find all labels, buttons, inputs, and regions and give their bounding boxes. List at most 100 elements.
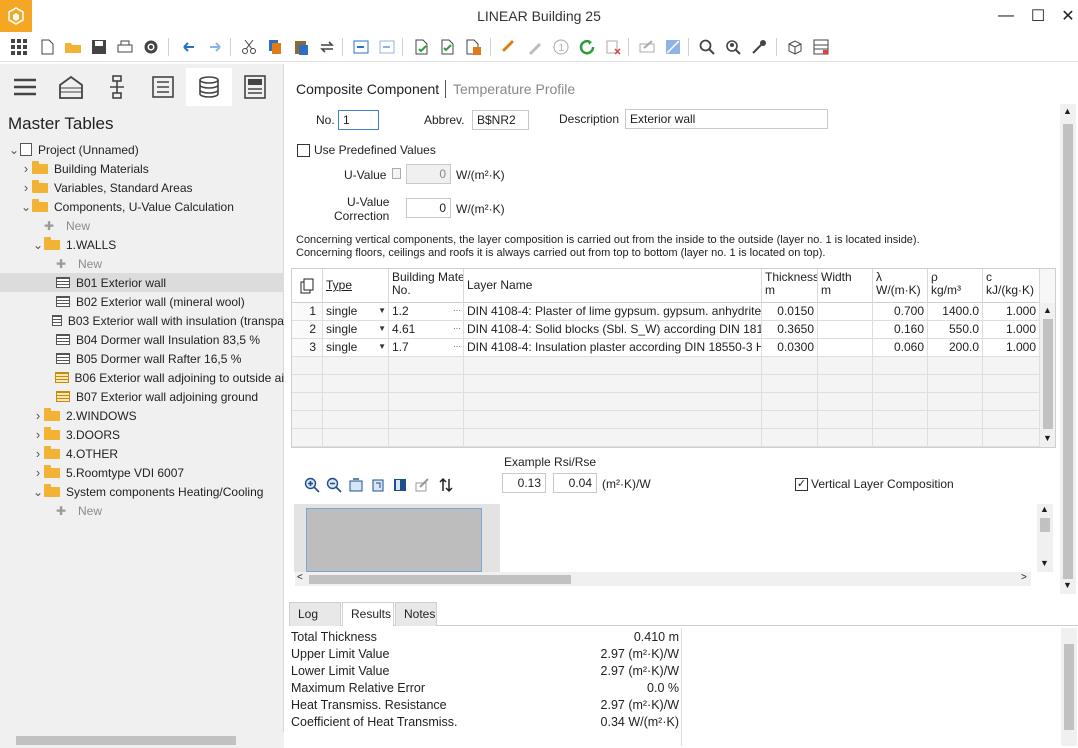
delete-icon[interactable] (602, 36, 624, 58)
column-header-width[interactable]: Width m (818, 269, 873, 303)
table-cell-heat-capacity[interactable]: 1.000 (983, 321, 1040, 339)
table-cell-empty[interactable] (928, 357, 983, 375)
table-cell-empty[interactable] (323, 411, 389, 429)
column-header-rho[interactable]: ρ kg/m³ (928, 269, 983, 303)
column-header-type[interactable]: Type (323, 269, 389, 303)
abbrev-input[interactable]: B$NR2 (472, 110, 529, 130)
table-cell-layer-name[interactable]: DIN 4108-4: Plaster of lime gypsum. gyps… (464, 303, 762, 321)
table-cell-empty[interactable] (323, 429, 389, 447)
table-cell-building-material-no[interactable]: 1.7 ··· (389, 339, 464, 357)
table-cell-empty[interactable] (389, 411, 464, 429)
collapse-arrow-icon[interactable]: ⌄ (8, 144, 20, 156)
tree-item[interactable]: B01 Exterior wall (0, 273, 284, 292)
table-cell-empty[interactable] (323, 375, 389, 393)
table-cell-layer-name[interactable]: DIN 4108-4: Solid blocks (Sbl. S_W) acco… (464, 321, 762, 339)
table-cell-empty[interactable] (292, 357, 323, 375)
table-cell-empty[interactable] (873, 393, 928, 411)
pencil-icon[interactable] (524, 36, 546, 58)
table-cell-empty[interactable] (292, 429, 323, 447)
database-icon[interactable] (186, 68, 232, 106)
edit-layer-icon[interactable] (413, 476, 431, 494)
table-cell-empty[interactable] (928, 375, 983, 393)
table-cell-empty[interactable] (762, 393, 818, 411)
excel-icon[interactable] (462, 36, 484, 58)
calculator-icon[interactable] (392, 168, 401, 179)
list-icon[interactable] (140, 68, 186, 106)
table-cell-building-material-no[interactable]: 1.2 ··· (389, 303, 464, 321)
tab-log[interactable]: Log (289, 602, 341, 626)
swap-order-icon[interactable] (437, 476, 455, 494)
table-cell-empty[interactable] (292, 411, 323, 429)
scroll-thumb[interactable] (1064, 644, 1074, 730)
table-cell-row-number[interactable]: 2 (292, 321, 323, 339)
collapse-arrow-icon[interactable]: ⌄ (20, 201, 32, 213)
table-cell-empty[interactable] (983, 357, 1040, 375)
tree-item[interactable]: › 5.Roomtype VDI 6007 (0, 463, 284, 482)
browse-ellipsis-icon[interactable]: ··· (453, 321, 461, 337)
scroll-thumb[interactable] (1043, 319, 1053, 429)
building-icon[interactable] (48, 68, 94, 106)
column-header-row-number[interactable] (292, 269, 323, 303)
collapse-arrow-icon[interactable]: ⌄ (32, 239, 44, 251)
book-icon[interactable] (391, 476, 409, 494)
table-cell-empty[interactable] (762, 357, 818, 375)
recalculate-icon[interactable] (576, 36, 598, 58)
copy-table-icon[interactable] (299, 278, 315, 294)
check-double-icon[interactable] (436, 36, 458, 58)
table-cell-heat-capacity[interactable]: 1.000 (983, 339, 1040, 357)
table-cell-empty[interactable] (818, 411, 873, 429)
table-cell-layer-name[interactable]: DIN 4108-4: Insulation plaster according… (464, 339, 762, 357)
table-cell-empty[interactable] (464, 375, 762, 393)
tree-item[interactable]: ⌄ System components Heating/Cooling (0, 482, 284, 501)
table-cell-empty[interactable] (464, 357, 762, 375)
print-icon[interactable] (114, 36, 136, 58)
scroll-right-arrow-icon[interactable]: > (1021, 572, 1027, 583)
table-cell-empty[interactable] (983, 429, 1040, 447)
tree-item[interactable]: › Building Materials (0, 159, 284, 178)
menu-icon[interactable] (2, 68, 48, 106)
expand-arrow-icon[interactable]: › (20, 180, 32, 195)
tab-temperature-profile[interactable]: Temperature Profile (453, 81, 575, 97)
table-cell-empty[interactable] (873, 411, 928, 429)
left-horizontal-scrollbar[interactable] (0, 732, 284, 748)
table-cell-row-number[interactable]: 3 (292, 339, 323, 357)
tree-item[interactable]: › 2.WINDOWS (0, 406, 284, 425)
table-cell-empty[interactable] (818, 393, 873, 411)
3d-view-icon[interactable] (784, 36, 806, 58)
table-cell-empty[interactable] (818, 429, 873, 447)
expand-arrow-icon[interactable]: › (32, 465, 44, 480)
table-cell-type[interactable]: single ▼ (323, 303, 389, 321)
table-cell-empty[interactable] (292, 393, 323, 411)
report-icon[interactable] (232, 68, 278, 106)
scroll-down-arrow-icon[interactable]: ▼ (1063, 580, 1072, 590)
zoom-in-icon[interactable] (303, 476, 321, 494)
table-cell-empty[interactable] (389, 375, 464, 393)
scroll-thumb[interactable] (1063, 124, 1073, 579)
open-folder-icon[interactable] (62, 36, 84, 58)
table-cell-empty[interactable] (762, 411, 818, 429)
table-cell-width[interactable] (818, 339, 873, 357)
settings-gear-icon[interactable] (140, 36, 162, 58)
copy-icon[interactable] (264, 36, 286, 58)
user-search-icon[interactable] (722, 36, 744, 58)
expand-arrow-icon[interactable]: › (20, 161, 32, 176)
table-cell-empty[interactable] (464, 429, 762, 447)
tree-new-item[interactable]: ✚ New (0, 254, 284, 273)
use-predefined-values-checkbox[interactable] (297, 144, 310, 157)
table-cell-empty[interactable] (762, 375, 818, 393)
table-cell-empty[interactable] (323, 357, 389, 375)
preview-horizontal-scrollbar[interactable]: < > (295, 572, 1031, 586)
table-cell-rho[interactable]: 550.0 (928, 321, 983, 339)
scroll-left-arrow-icon[interactable]: < (297, 572, 303, 583)
column-header-building-material-no[interactable]: Building MateriaNo. (389, 269, 464, 303)
results-vertical-scrollbar[interactable] (1061, 628, 1077, 746)
table-cell-empty[interactable] (928, 411, 983, 429)
refresh-icon[interactable] (316, 36, 338, 58)
tree-item[interactable]: ⌄ 1.WALLS (0, 235, 284, 254)
tree-item[interactable]: B07 Exterior wall adjoining ground (0, 387, 284, 406)
tree-item[interactable]: › 4.OTHER (0, 444, 284, 463)
rse-input[interactable]: 0.04 (553, 473, 597, 493)
fit-width-icon[interactable] (347, 476, 365, 494)
table-cell-width[interactable] (818, 321, 873, 339)
column-header-lambda[interactable]: λ W/(m·K) (873, 269, 928, 303)
